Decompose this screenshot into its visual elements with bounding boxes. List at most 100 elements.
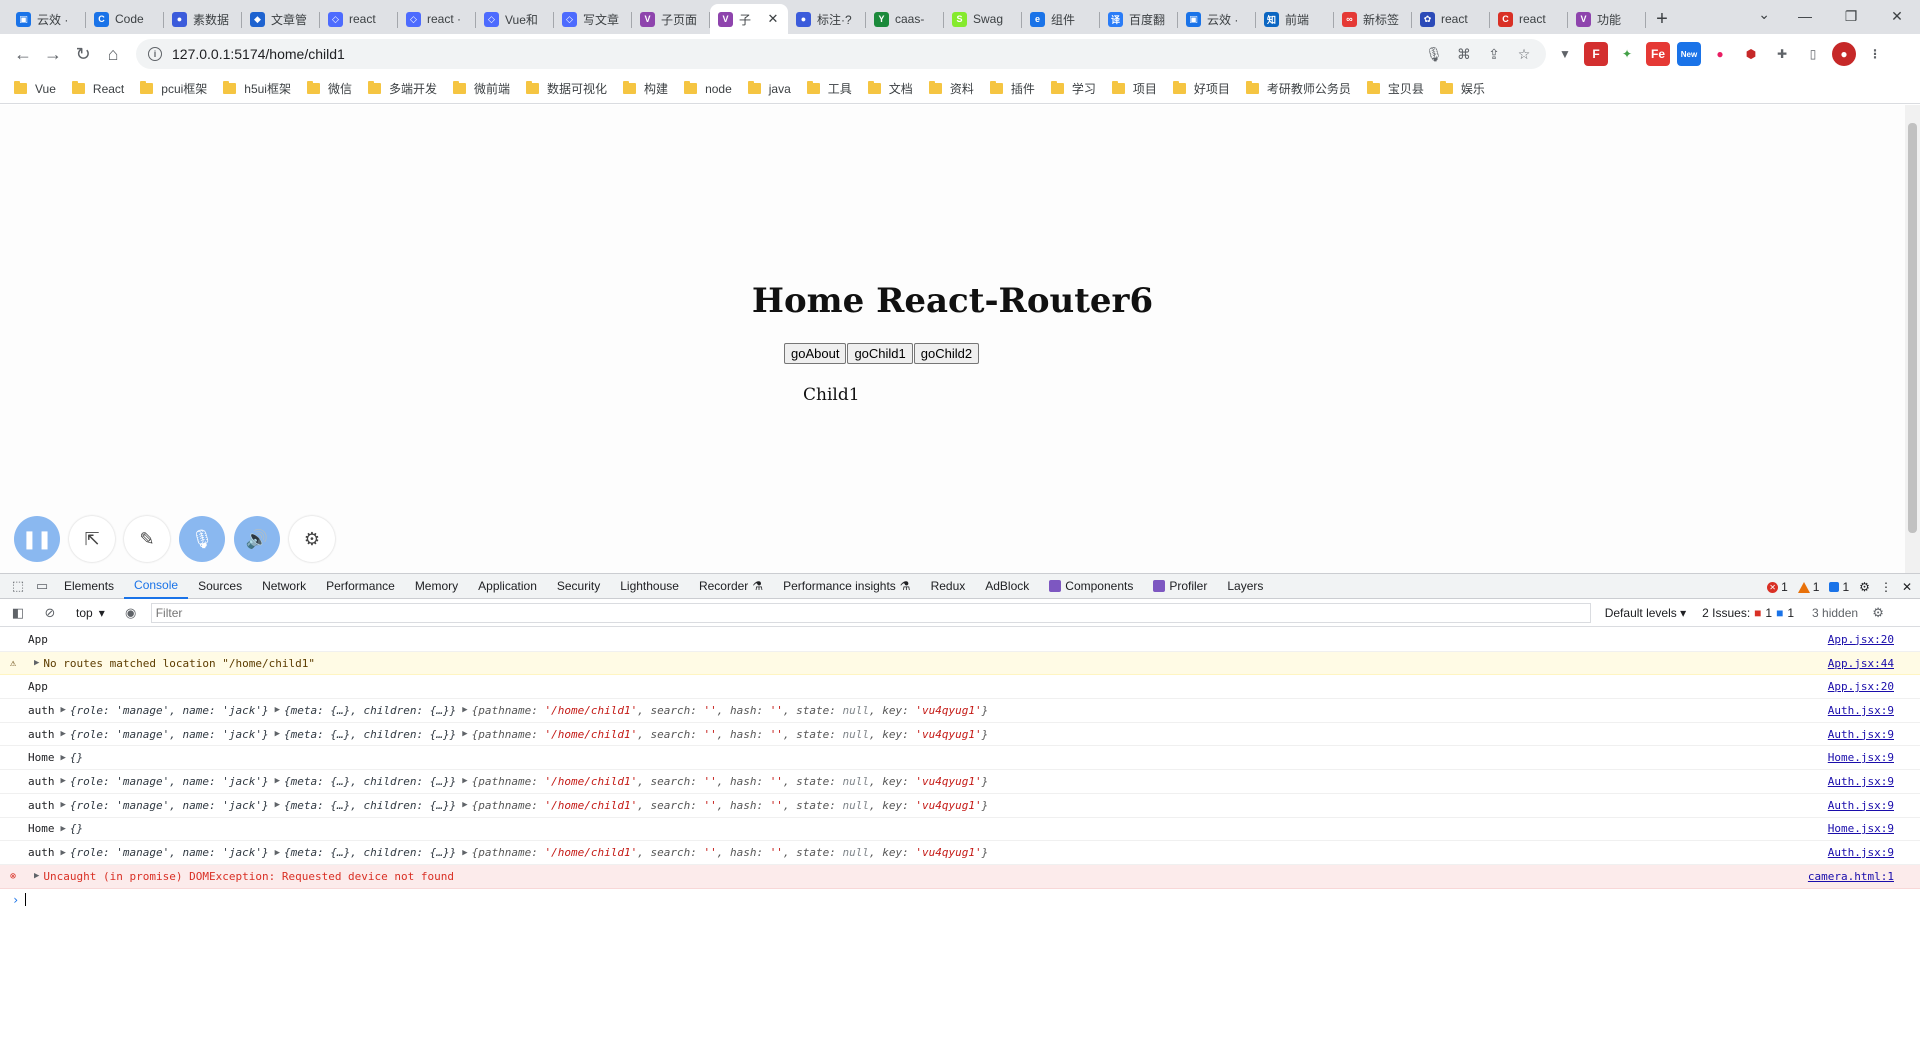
reload-icon[interactable]: ↻ — [68, 39, 98, 69]
bookmark-folder[interactable]: 学习 — [1050, 80, 1108, 97]
browser-tab[interactable]: Ycaas- — [866, 4, 944, 34]
devtools-tab-layers[interactable]: Layers — [1217, 573, 1273, 599]
extension-icon[interactable]: ✦ — [1615, 42, 1639, 66]
console-message[interactable]: ⚠ ▶ No routes matched location "/home/chil… — [0, 651, 1920, 676]
console-source-link[interactable]: Auth.jsx:9 — [1828, 728, 1894, 741]
go-child2-button[interactable]: goChild2 — [913, 343, 980, 364]
devtools-close-icon[interactable]: ✕ — [1902, 580, 1912, 594]
site-info-icon[interactable]: i — [148, 47, 162, 61]
issues-counter[interactable]: 2 Issues: ■ 1 ■ 1 — [1702, 606, 1794, 620]
browser-tab[interactable]: 知前端 — [1256, 4, 1334, 34]
browser-tab[interactable]: V 子 ✕ — [710, 4, 788, 34]
fehelper-icon[interactable]: F — [1584, 42, 1608, 66]
devtools-tab-network[interactable]: Network — [252, 573, 316, 599]
back-icon[interactable]: ← — [8, 39, 38, 69]
bookmark-folder[interactable]: 文档 — [867, 80, 925, 97]
console-message[interactable]: auth ▶ {role: 'manage', name: 'jack'} ▶ {met… — [0, 770, 1920, 794]
browser-tab[interactable]: V 子页面 — [632, 4, 710, 34]
expand-arrow-icon[interactable]: ▶ — [34, 871, 39, 881]
bookmark-folder[interactable]: 好项目 — [1172, 80, 1242, 97]
bookmark-folder[interactable]: node — [684, 81, 744, 96]
devtools-tab-performance-insights[interactable]: Performance insights ⚗ — [773, 573, 920, 599]
side-panel-icon[interactable]: ▯ — [1801, 42, 1825, 66]
console-source-link[interactable]: App.jsx:20 — [1828, 680, 1894, 693]
bookmark-folder[interactable]: 微信 — [306, 80, 364, 97]
devtools-tab-application[interactable]: Application — [468, 573, 547, 599]
forward-icon[interactable]: → — [38, 39, 68, 69]
console-message[interactable]: Home ▶{} Home.jsx:9 — [0, 818, 1920, 842]
console-filter-input[interactable] — [150, 602, 1591, 623]
go-child1-button[interactable]: goChild1 — [847, 343, 913, 364]
console-source-link[interactable]: Auth.jsx:9 — [1828, 704, 1894, 717]
microphone-icon[interactable]: 🎙 — [1424, 46, 1444, 63]
browser-tab[interactable]: V 功能 — [1568, 4, 1646, 34]
devtools-tab-security[interactable]: Security — [547, 573, 610, 599]
console-message[interactable]: auth ▶ {role: 'manage', name: 'jack'} ▶ {met… — [0, 841, 1920, 865]
cursor-icon[interactable]: ⇱ — [69, 516, 115, 562]
page-scrollbar[interactable] — [1905, 105, 1920, 573]
adblock-icon[interactable]: ⬢ — [1739, 42, 1763, 66]
inspect-element-icon[interactable]: ⬚ — [6, 575, 30, 597]
bookmark-folder[interactable]: 微前端 — [453, 80, 522, 97]
bookmark-folder[interactable]: 数据可视化 — [526, 80, 619, 97]
bookmark-folder[interactable]: 娱乐 — [1439, 80, 1497, 97]
share-icon[interactable]: ⇪ — [1484, 46, 1504, 63]
expand-arrow-icon[interactable]: ▶ — [61, 848, 66, 858]
pen-icon[interactable]: ✎ — [124, 516, 170, 562]
new-extension-icon[interactable]: New — [1677, 42, 1701, 66]
browser-tab[interactable]: ● 标注·? — [788, 4, 866, 34]
console-message[interactable]: App App.jsx:20 — [0, 675, 1920, 700]
bookmark-folder[interactable]: java — [747, 81, 803, 96]
scrollbar-thumb[interactable] — [1908, 123, 1917, 533]
record-extension-icon[interactable]: ● — [1708, 42, 1732, 66]
devtools-tab-recorder[interactable]: Recorder ⚗ — [689, 573, 773, 599]
expand-arrow-icon[interactable]: ▶ — [275, 848, 280, 858]
devtools-tab-profiler[interactable]: Profiler — [1143, 573, 1217, 599]
vue-devtools-icon[interactable]: ▼ — [1553, 42, 1577, 66]
console-message[interactable]: App App.jsx:20 — [0, 628, 1920, 652]
bookmark-folder[interactable]: 考研教师公务员 — [1245, 80, 1363, 97]
devtools-more-icon[interactable]: ⋮ — [1880, 580, 1892, 594]
address-bar[interactable]: i 127.0.0.1:5174/home/child1 🎙 ⌘ ⇪ ☆ — [136, 39, 1546, 69]
close-window-icon[interactable]: ✕ — [1874, 0, 1920, 32]
console-message[interactable]: Home ▶{} Home.jsx:9 — [0, 746, 1920, 771]
browser-tab[interactable]: e 组件 — [1022, 4, 1100, 34]
expand-arrow-icon[interactable]: ▶ — [275, 800, 280, 810]
expand-arrow-icon[interactable]: ▶ — [61, 753, 66, 763]
bookmark-folder[interactable]: Vue — [14, 81, 68, 96]
browser-tab[interactable]: ◇ Vue和 — [476, 4, 554, 34]
console-source-link[interactable]: App.jsx:44 — [1828, 657, 1894, 670]
bookmark-folder[interactable]: 工具 — [806, 80, 864, 97]
live-expression-eye-icon[interactable]: ◉ — [119, 602, 143, 624]
context-selector[interactable]: top ▾ — [70, 606, 111, 620]
expand-arrow-icon[interactable]: ▶ — [275, 729, 280, 739]
console-source-link[interactable]: Home.jsx:9 — [1828, 822, 1894, 835]
microphone-icon[interactable]: 🎙 — [179, 516, 225, 562]
restore-icon[interactable]: ❐ — [1828, 0, 1874, 32]
extensions-puzzle-icon[interactable]: ✚ — [1770, 42, 1794, 66]
profile-avatar[interactable]: ● — [1832, 42, 1856, 66]
devtools-tab-performance[interactable]: Performance — [316, 573, 405, 599]
bookmark-folder[interactable]: React — [71, 81, 136, 96]
bookmark-folder[interactable]: 多端开发 — [368, 80, 449, 97]
expand-arrow-icon[interactable]: ▶ — [61, 800, 66, 810]
browser-tab[interactable]: ◇ react — [320, 4, 398, 34]
extension-red-icon[interactable]: Fe — [1646, 42, 1670, 66]
bookmark-folder[interactable]: 插件 — [989, 80, 1047, 97]
browser-tab[interactable]: S Swag — [944, 4, 1022, 34]
browser-tab[interactable]: ◆ 文章管 — [242, 4, 320, 34]
browser-tab[interactable]: ◇ 写文章 — [554, 4, 632, 34]
clear-console-icon[interactable]: ⊘ — [38, 602, 62, 624]
expand-arrow-icon[interactable]: ▶ — [61, 824, 66, 834]
home-icon[interactable]: ⌂ — [98, 39, 128, 69]
devtools-tab-sources[interactable]: Sources — [188, 573, 252, 599]
console-settings-gear-icon[interactable]: ⚙ — [1866, 602, 1890, 624]
issue-count[interactable]: 1 — [1829, 580, 1849, 594]
console-message[interactable]: auth ▶ {role: 'manage', name: 'jack'} ▶ {met… — [0, 794, 1920, 818]
expand-arrow-icon[interactable]: ▶ — [34, 658, 39, 668]
devtools-settings-gear-icon[interactable]: ⚙ — [1859, 580, 1870, 594]
expand-arrow-icon[interactable]: ▶ — [462, 848, 467, 858]
tab-search-icon[interactable]: ⌄ — [1758, 6, 1770, 23]
browser-tab[interactable]: ◇ react · — [398, 4, 476, 34]
new-tab-button[interactable]: + — [1646, 4, 1678, 34]
